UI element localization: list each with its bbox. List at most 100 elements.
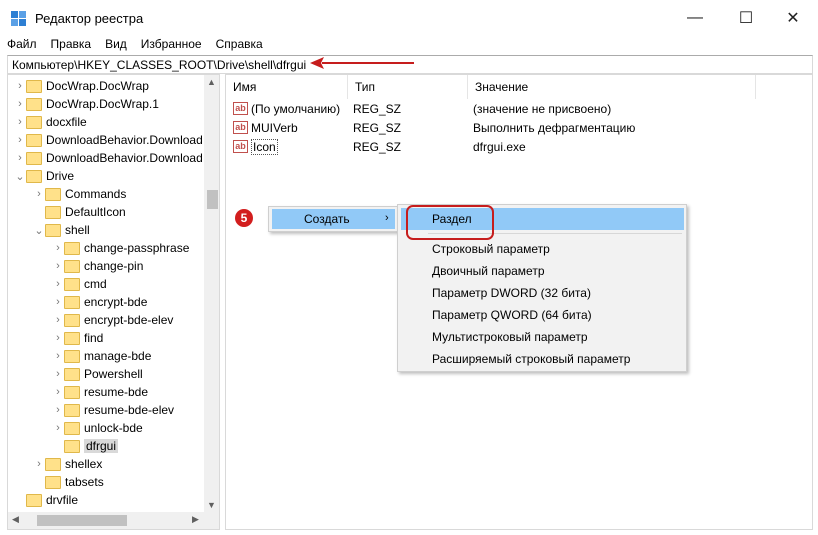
value-name: MUIVerb [251, 121, 298, 135]
minimize-button[interactable]: — [672, 0, 718, 35]
expand-chevron-icon[interactable]: › [33, 458, 45, 470]
tree-item[interactable]: dfrgui [52, 437, 119, 455]
menu-view[interactable]: Вид [98, 35, 134, 55]
submenu-item[interactable]: Параметр DWORD (32 бита) [401, 282, 684, 304]
step-badge: 5 [235, 209, 253, 227]
expand-chevron-icon[interactable]: › [52, 350, 64, 362]
folder-icon [45, 457, 61, 471]
expand-chevron-icon[interactable]: ⌄ [14, 170, 26, 183]
tree-item[interactable]: › unlock-bde [52, 419, 143, 437]
expand-chevron-icon[interactable]: ⌄ [33, 224, 45, 237]
tree-item[interactable]: › shellex [33, 455, 102, 473]
tree-item-label: shellex [65, 457, 103, 471]
tree-item[interactable]: › change-passphrase [52, 239, 189, 257]
folder-icon [64, 331, 80, 345]
folder-icon [64, 439, 80, 453]
tree-item[interactable]: ⌄ Drive [14, 167, 74, 185]
tree-item[interactable]: › manage-bde [52, 347, 151, 365]
scroll-left-icon[interactable]: ◀ [12, 514, 19, 525]
tree-item[interactable]: › DownloadBehavior.Download [14, 131, 203, 149]
tree-item[interactable]: › resume-bde-elev [52, 401, 174, 419]
tree-item-label: docxfile [46, 115, 87, 129]
value-row[interactable]: ab (По умолчанию) REG_SZ (значение не присв… [226, 100, 756, 119]
expand-chevron-icon[interactable]: › [52, 368, 64, 380]
expand-chevron-icon[interactable]: › [14, 116, 26, 128]
tree-item[interactable]: › encrypt-bde-elev [52, 311, 173, 329]
submenu-item[interactable]: Строковый параметр [401, 238, 684, 260]
tree-vertical-scrollbar[interactable]: ▲ ▼ [204, 75, 219, 512]
tree-item[interactable]: DefaultIcon [33, 203, 126, 221]
expand-chevron-icon[interactable]: › [52, 314, 64, 326]
expand-chevron-icon[interactable]: › [52, 278, 64, 290]
menu-edit[interactable]: Правка [44, 35, 99, 55]
tree-item[interactable]: › change-pin [52, 257, 143, 275]
tree-item-label: Drive [46, 169, 75, 183]
column-header-value[interactable]: Значение [468, 75, 756, 99]
menu-file[interactable]: Файл [0, 35, 44, 55]
maximize-button[interactable]: ☐ [723, 0, 769, 35]
menu-help[interactable]: Справка [209, 35, 270, 55]
expand-chevron-icon[interactable]: › [14, 134, 26, 146]
column-header-name[interactable]: Имя [226, 75, 348, 99]
tree-item[interactable]: tabsets [33, 473, 104, 491]
column-header-type[interactable]: Тип [348, 75, 468, 99]
tree-item[interactable]: › cmd [52, 275, 107, 293]
create-menu-item[interactable]: Создать › [272, 209, 395, 229]
scroll-up-icon[interactable]: ▲ [207, 77, 216, 87]
tree-horizontal-scrollbar[interactable]: ◀ ▶ [8, 512, 219, 529]
expand-chevron-icon[interactable]: › [33, 188, 45, 200]
submenu-item[interactable]: Расширяемый строковый параметр [401, 348, 684, 370]
registry-tree: › DocWrap.DocWrap › DocWrap.DocWrap.1 › docxf… [7, 74, 220, 530]
folder-icon [64, 421, 80, 435]
tree-item[interactable]: › encrypt-bde [52, 293, 147, 311]
expand-chevron-icon[interactable]: › [52, 260, 64, 272]
tree-item[interactable]: › DocWrap.DocWrap.1 [14, 95, 159, 113]
tree-item[interactable]: › Powershell [52, 365, 143, 383]
submenu-item[interactable]: Параметр QWORD (64 бита) [401, 304, 684, 326]
tree-item[interactable]: ⌄ shell [33, 221, 89, 239]
value-type: REG_SZ [353, 121, 402, 135]
expand-chevron-icon[interactable]: › [52, 404, 64, 416]
folder-icon [64, 349, 80, 363]
folder-icon [45, 205, 61, 219]
submenu-item-label: Параметр DWORD (32 бита) [432, 286, 591, 300]
scroll-right-icon[interactable]: ▶ [192, 514, 199, 525]
tree-item[interactable]: drvfile [14, 491, 78, 509]
scroll-down-icon[interactable]: ▼ [207, 500, 216, 510]
folder-icon [64, 403, 80, 417]
tree-item-label: DownloadBehavior.Download [46, 133, 203, 147]
tree-item-label: unlock-bde [84, 421, 143, 435]
expand-chevron-icon[interactable]: › [14, 80, 26, 92]
expand-chevron-icon[interactable]: › [52, 386, 64, 398]
tree-item[interactable]: › find [52, 329, 103, 347]
registry-editor-icon [11, 11, 26, 26]
tree-item-label: manage-bde [84, 349, 152, 363]
value-row[interactable]: ab Icon REG_SZ dfrgui.exe [226, 138, 756, 157]
submenu-item[interactable]: Мультистроковый параметр [401, 326, 684, 348]
tree-item[interactable]: › DownloadBehavior.Download [14, 149, 203, 167]
tree-item-label: tabsets [65, 475, 104, 489]
expand-chevron-icon[interactable]: › [52, 332, 64, 344]
scroll-thumb[interactable] [37, 515, 127, 526]
expand-chevron-icon[interactable]: › [52, 296, 64, 308]
tree-item[interactable]: › DocWrap.DocWrap [14, 77, 149, 95]
tree-item[interactable]: › docxfile [14, 113, 87, 131]
expand-chevron-icon[interactable]: › [14, 152, 26, 164]
expand-chevron-icon[interactable]: › [52, 422, 64, 434]
title-bar: Редактор реестра — ☐ ✕ [0, 0, 818, 35]
value-data: dfrgui.exe [473, 140, 526, 154]
tree-item[interactable]: › Commands [33, 185, 126, 203]
submenu-item[interactable]: Двоичный параметр [401, 260, 684, 282]
tree-item[interactable]: › resume-bde [52, 383, 148, 401]
expand-chevron-icon[interactable]: › [52, 242, 64, 254]
scroll-thumb[interactable] [207, 190, 218, 209]
folder-icon [45, 223, 61, 237]
folder-icon [26, 97, 42, 111]
close-button[interactable]: ✕ [770, 0, 816, 35]
submenu-item-label: Расширяемый строковый параметр [432, 352, 631, 366]
folder-icon [26, 79, 42, 93]
folder-icon [26, 493, 42, 507]
expand-chevron-icon[interactable]: › [14, 98, 26, 110]
value-row[interactable]: ab MUIVerb REG_SZ Выполнить дефрагментацию [226, 119, 756, 138]
menu-favorites[interactable]: Избранное [134, 35, 209, 55]
